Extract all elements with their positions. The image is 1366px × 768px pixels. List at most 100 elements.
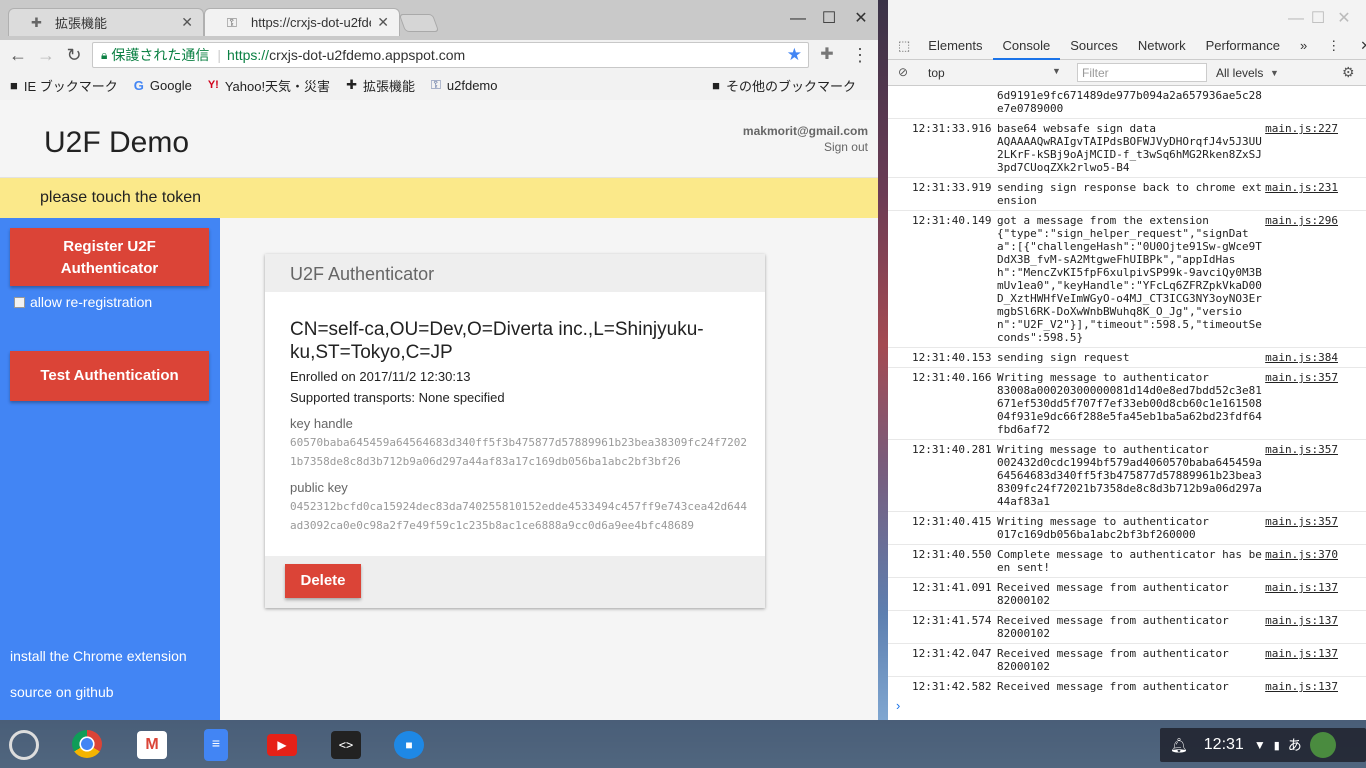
context-selector[interactable]: top [928, 66, 945, 80]
bookmark-star-icon[interactable]: ★ [787, 45, 802, 65]
extension-puzzle-icon[interactable]: ✚ [816, 44, 838, 66]
bookmark-yahoo[interactable]: Y! Yahoo!天気・災害 [208, 76, 330, 95]
maximize-button[interactable]: ☐ [817, 8, 841, 30]
tab-performance[interactable]: Performance [1196, 32, 1290, 60]
log-message: sending sign request [997, 351, 1130, 364]
maximize-button[interactable]: ☐ [1306, 8, 1330, 30]
log-message: Writing message to authenticator 017c169… [997, 515, 1209, 541]
new-tab-button[interactable] [398, 14, 440, 32]
devtools-titlebar: — ☐ ✕ [888, 0, 1366, 32]
console-log-line: 12:31:33.919 sending sign response back t… [888, 178, 1366, 211]
console-log-line: 12:31:33.916 base64 websafe sign data AQA… [888, 119, 1366, 178]
ime-indicator: あ [1287, 737, 1302, 753]
tab-elements[interactable]: Elements [918, 32, 992, 60]
public-key-label: public key [290, 480, 348, 495]
log-source-link[interactable]: main.js:357 [1265, 515, 1338, 528]
console-prompt[interactable]: › [888, 694, 1366, 720]
log-source-link[interactable]: main.js:357 [1265, 443, 1338, 456]
other-bookmarks[interactable]: ■ その他のブックマーク [712, 76, 856, 95]
bookmark-u2fdemo[interactable]: ⚿ u2fdemo [431, 77, 498, 93]
install-extension-link[interactable]: install the Chrome extension [10, 648, 187, 664]
card-header: U2F Authenticator [265, 254, 765, 292]
console-log-line: 12:31:40.415 Writing message to authentic… [888, 512, 1366, 545]
close-window-button[interactable]: ✕ [1332, 8, 1356, 30]
log-source-link[interactable]: main.js:227 [1265, 122, 1338, 135]
menu-button[interactable]: ⋮ [849, 44, 871, 66]
devtools-tabs: ⬚ Elements Console Sources Network Perfo… [888, 32, 1366, 60]
minimize-button[interactable]: — [1284, 8, 1308, 30]
delete-button[interactable]: Delete [285, 564, 361, 598]
console-log-line: 12:31:41.574 Received message from authen… [888, 611, 1366, 644]
tab-extensions[interactable]: ✚ 拡張機能 ✕ [8, 8, 204, 36]
status-toast: please touch the token [0, 178, 878, 218]
u2f-favicon-icon: ⚿ [227, 14, 237, 30]
filter-input[interactable]: Filter [1077, 63, 1207, 82]
console-log-line: 12:31:40.153 sending sign request main.js:… [888, 348, 1366, 368]
launcher-icon[interactable] [9, 730, 39, 760]
forward-button[interactable]: → [35, 44, 57, 66]
bookmarks-bar: ■ IE ブックマーク G Google Y! Yahoo!天気・災害 ✚ 拡張機能 ⚿… [0, 72, 878, 98]
devtools-close-icon[interactable]: ✕ [1350, 32, 1366, 60]
console-log: 6d9191e9fc671489de977b094a2a657936ae5c28… [888, 86, 1366, 694]
sign-out-link[interactable]: Sign out [824, 140, 868, 154]
console-toolbar: ⊘ top ▼ Filter All levels ▼ ⚙ [888, 60, 1366, 86]
button-label-line1: Register U2F [63, 238, 156, 255]
chrome-icon[interactable] [72, 730, 102, 758]
log-source-link[interactable]: main.js:384 [1265, 351, 1338, 364]
bookmark-ie[interactable]: ■ IE ブックマーク [10, 76, 118, 95]
test-authentication-button[interactable]: Test Authentication [10, 351, 209, 401]
files-icon[interactable]: ■ [394, 731, 424, 759]
supported-transports: Supported transports: None specified [290, 390, 505, 405]
tab-console[interactable]: Console [992, 32, 1061, 60]
tab-u2fdemo[interactable]: ⚿ https://crxjs-dot-u2fdem ✕ [204, 8, 400, 36]
log-source-link[interactable]: main.js:370 [1265, 548, 1338, 561]
back-button[interactable]: ← [7, 44, 29, 66]
address-bar[interactable]: 🔒︎ 保護された通信 | https://crxjs-dot-u2fdemo.a… [92, 42, 809, 68]
tab-network[interactable]: Network [1128, 32, 1196, 60]
log-message: Received message from authenticator 8200… [997, 581, 1229, 607]
folder-icon: ■ [10, 77, 18, 93]
chevron-down-icon: ▼ [1270, 68, 1279, 78]
reload-button[interactable]: ↻ [63, 44, 85, 66]
console-log-line: 6d9191e9fc671489de977b094a2a657936ae5c28… [888, 86, 1366, 119]
log-source-link[interactable]: main.js:296 [1265, 214, 1338, 227]
gmail-icon[interactable]: M [137, 731, 167, 759]
notification-bell-icon[interactable]: 🔔︎ [1170, 737, 1188, 754]
tab-sources[interactable]: Sources [1060, 32, 1128, 60]
log-source-link[interactable]: main.js:137 [1265, 647, 1338, 660]
close-tab-icon[interactable]: ✕ [181, 14, 193, 31]
log-source-link[interactable]: main.js:357 [1265, 371, 1338, 384]
allow-reregistration-label: allow re-registration [30, 294, 153, 310]
close-window-button[interactable]: ✕ [849, 8, 873, 30]
docs-icon[interactable]: ≡ [204, 729, 228, 761]
console-log-line: 12:31:42.047 Received message from authen… [888, 644, 1366, 677]
battery-icon: ▮ [1273, 739, 1280, 752]
secure-label: 保護された通信 [111, 47, 210, 63]
terminal-icon[interactable]: <> [331, 731, 361, 759]
devtools-menu-icon[interactable]: ⋮ [1317, 32, 1350, 60]
clear-console-icon[interactable]: ⊘ [898, 65, 908, 79]
log-source-link[interactable]: main.js:137 [1265, 680, 1338, 693]
divider: | [217, 47, 222, 63]
youtube-icon[interactable]: ▶ [267, 734, 297, 756]
source-github-link[interactable]: source on github [10, 684, 114, 700]
log-source-link[interactable]: main.js:137 [1265, 614, 1338, 627]
log-source-link[interactable]: main.js:231 [1265, 181, 1338, 194]
allow-reregistration-checkbox[interactable] [14, 296, 25, 308]
register-authenticator-button[interactable]: Register U2F Authenticator [10, 228, 209, 286]
log-timestamp: 12:31:41.091 [912, 581, 992, 594]
page-content: U2F Demo makmorit@gmail.com Sign out ple… [0, 100, 878, 720]
log-levels-select[interactable]: All levels [1216, 66, 1263, 80]
inspect-element-icon[interactable]: ⬚ [888, 32, 918, 60]
minimize-button[interactable]: — [786, 8, 810, 30]
bookmark-extensions[interactable]: ✚ 拡張機能 [346, 76, 415, 95]
log-message: Writing message to authenticator 002432d… [997, 443, 1262, 508]
more-tabs-icon[interactable]: » [1290, 32, 1317, 60]
log-timestamp: 12:31:40.415 [912, 515, 992, 528]
log-source-link[interactable]: main.js:137 [1265, 581, 1338, 594]
bookmark-google[interactable]: G Google [134, 78, 192, 93]
close-tab-icon[interactable]: ✕ [377, 14, 389, 31]
status-tray[interactable]: 🔔︎ 12:31 ▼ ▮ あ [1160, 728, 1366, 762]
log-timestamp: 12:31:41.574 [912, 614, 992, 627]
gear-icon[interactable]: ⚙ [1342, 64, 1355, 81]
